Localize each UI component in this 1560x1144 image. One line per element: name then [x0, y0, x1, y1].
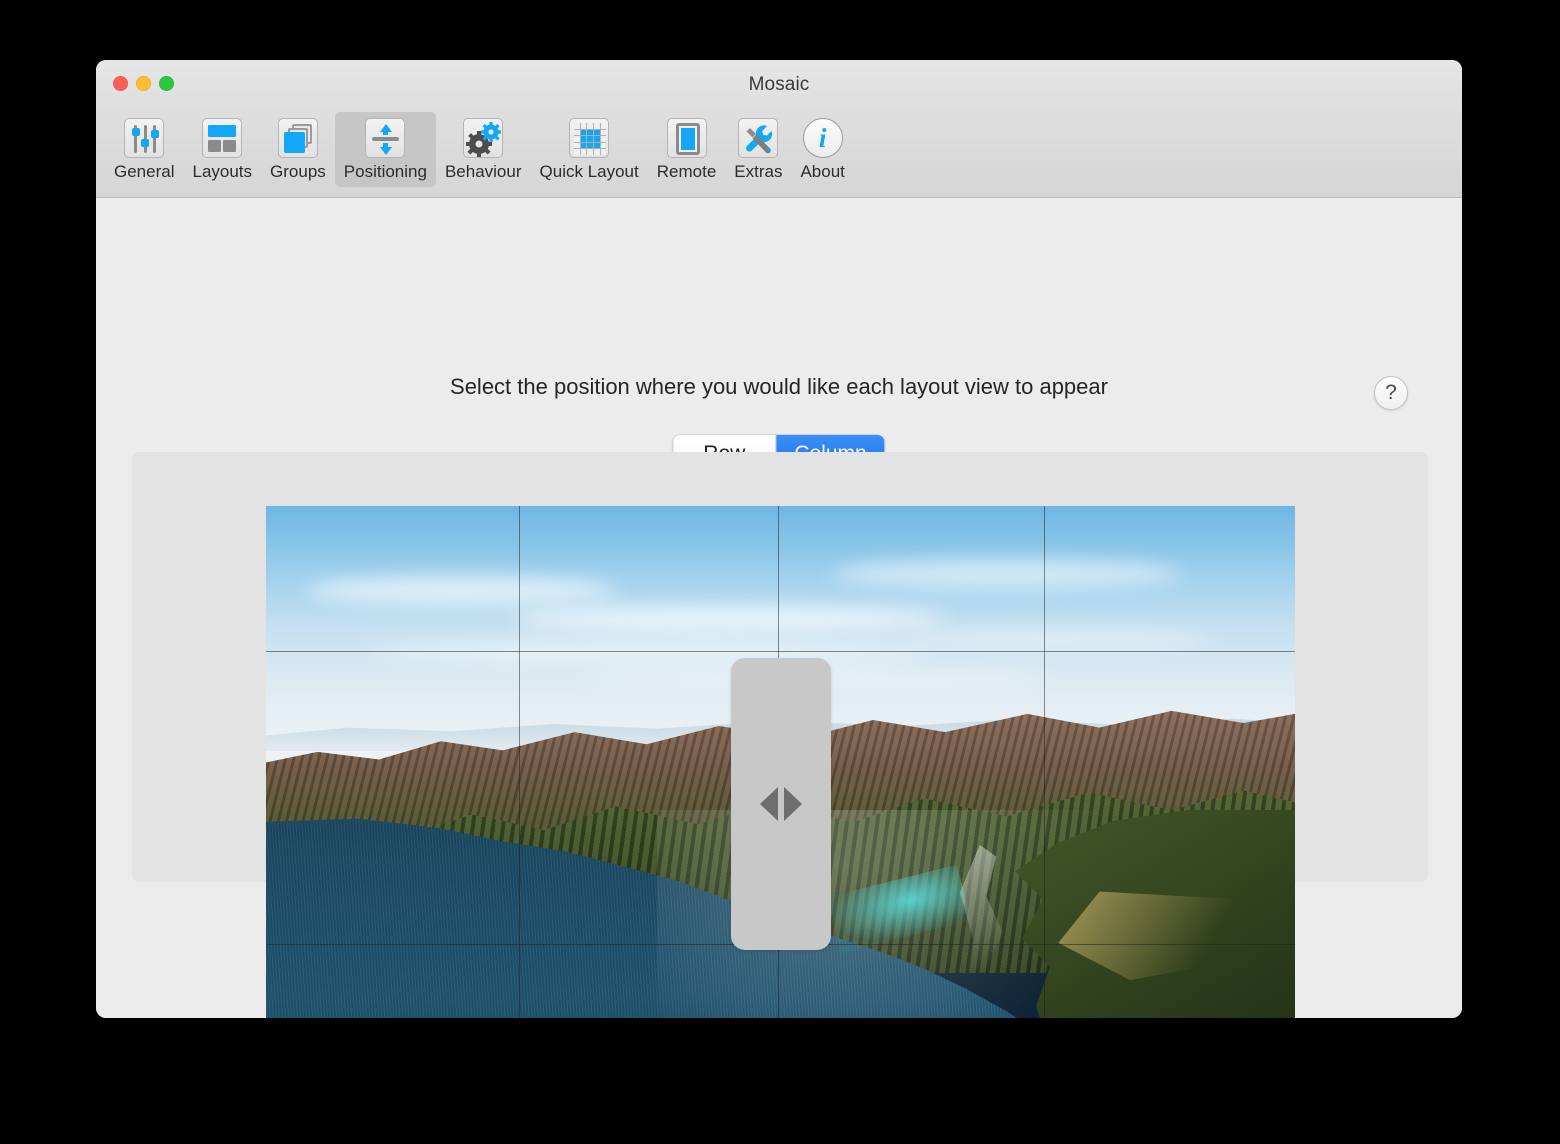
toolbar-label-remote: Remote	[656, 162, 717, 181]
toolbar-item-remote[interactable]: Remote	[648, 112, 726, 187]
toolbar-item-behaviour[interactable]: Behaviour	[436, 112, 531, 187]
instruction-text: Select the position where you would like…	[450, 374, 1108, 399]
toolbar-item-about[interactable]: i About	[791, 112, 853, 187]
positioning-pane: Select the position where you would like…	[96, 198, 1462, 1018]
toolbar-item-layouts[interactable]: Layouts	[183, 112, 261, 187]
toolbar-label-general: General	[114, 162, 175, 181]
layouts-grid-icon	[200, 116, 244, 160]
titlebar: Mosaic	[96, 60, 1462, 112]
arrow-left-icon	[759, 787, 778, 821]
toolbar-item-extras[interactable]: Extras	[725, 112, 791, 187]
toolbar-label-groups: Groups	[270, 162, 326, 181]
toolbar-label-quick-layout: Quick Layout	[539, 162, 639, 181]
toolbar-label-behaviour: Behaviour	[444, 162, 522, 181]
screen-preview[interactable]	[266, 506, 1295, 1018]
arrow-right-icon	[783, 787, 802, 821]
preview-panel	[132, 452, 1428, 1018]
window-title: Mosaic	[748, 74, 810, 95]
vertical-arrows-icon	[363, 116, 407, 160]
sliders-icon	[122, 116, 166, 160]
mosaic-preferences-window: Mosaic General Layouts Groups Positionin…	[96, 60, 1462, 1018]
toolbar-label-about: About	[800, 162, 845, 181]
toolbar-item-quick-layout[interactable]: Quick Layout	[531, 112, 648, 187]
toolbar-item-groups[interactable]: Groups	[261, 112, 335, 187]
grid-icon	[567, 116, 611, 160]
info-circle-icon: i	[801, 116, 845, 160]
gears-icon	[461, 116, 505, 160]
toolbar-label-positioning: Positioning	[343, 162, 427, 181]
toolbar-label-extras: Extras	[734, 162, 783, 181]
device-screen-icon	[665, 116, 709, 160]
toolbar-label-layouts: Layouts	[192, 162, 253, 181]
column-drag-handle[interactable]	[730, 658, 831, 950]
wrench-screwdriver-icon	[736, 116, 780, 160]
stacked-squares-icon	[276, 116, 320, 160]
toolbar-item-positioning[interactable]: Positioning	[334, 112, 436, 187]
preferences-toolbar: General Layouts Groups Positioning Behav…	[96, 112, 1462, 198]
toolbar-item-general[interactable]: General	[105, 112, 183, 187]
help-button[interactable]: ?	[1374, 376, 1408, 410]
